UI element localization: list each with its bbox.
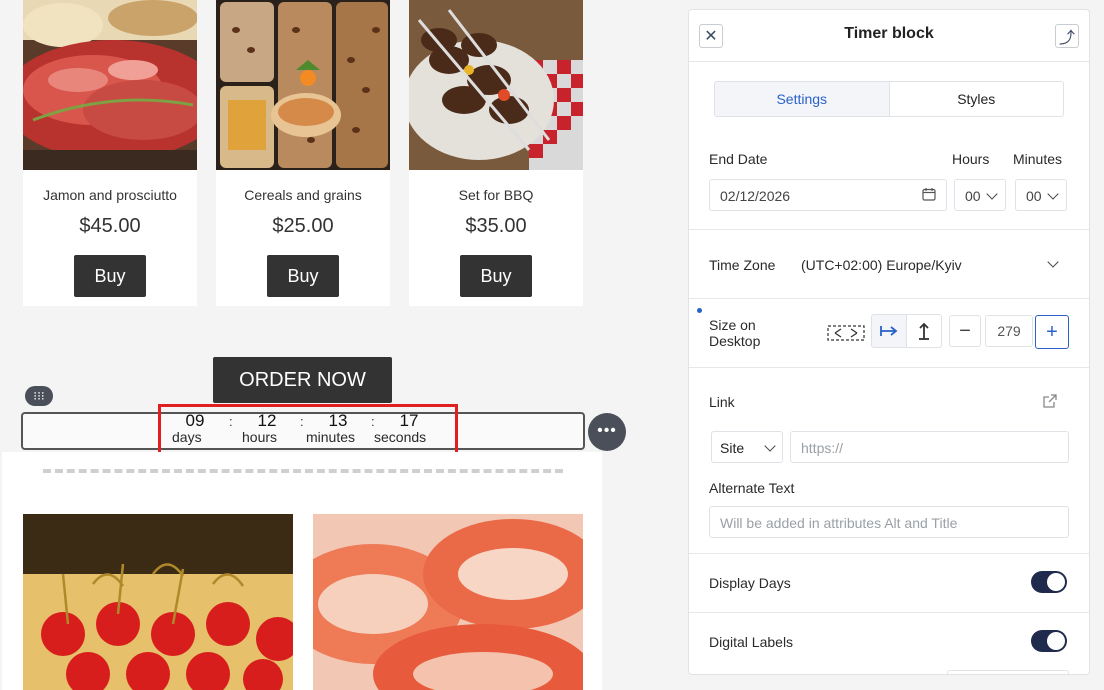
panel-header: ✕ Timer block ⤴	[689, 10, 1089, 62]
product-card: Jamon and prosciutto $45.00 Buy	[23, 0, 197, 306]
link-url-input[interactable]: https://	[790, 431, 1069, 463]
alternate-text-input[interactable]: Will be added in attributes Alt and Titl…	[709, 506, 1069, 538]
image-tomato-skewers[interactable]	[23, 514, 293, 690]
chevron-down-icon	[1047, 188, 1059, 200]
buy-button[interactable]: Buy	[460, 255, 532, 297]
panel-tabs: Settings Styles	[714, 81, 1064, 117]
email-canvas: Jamon and prosciutto $45.00 Buy Cereals …	[0, 0, 688, 690]
timer-minutes-label: minutes	[306, 429, 356, 445]
product-name: Set for BBQ	[458, 187, 534, 203]
product-price: $25.00	[272, 215, 334, 237]
divider	[689, 367, 1089, 368]
digital-labels-toggle[interactable]	[1031, 630, 1067, 652]
link-type-value: Site	[720, 440, 745, 456]
timer-hours-value: 12	[257, 411, 277, 430]
product-photo-jamon[interactable]	[23, 0, 197, 170]
timer-days-label: days	[172, 429, 202, 445]
partial-control-row	[947, 670, 1069, 674]
order-now-button[interactable]: ORDER NOW	[213, 357, 392, 403]
size-on-desktop-label: Size on Desktop	[709, 317, 761, 349]
end-date-input[interactable]: 02/12/2026	[709, 179, 947, 211]
calendar-icon[interactable]	[922, 187, 936, 204]
product-card: Set for BBQ $35.00 Buy	[409, 0, 583, 306]
chevron-down-icon	[764, 440, 776, 452]
dashed-divider	[43, 469, 563, 473]
link-url-placeholder: https://	[801, 440, 844, 456]
end-date-value: 02/12/2026	[720, 188, 791, 204]
alternate-text-placeholder: Will be added in attributes Alt and Titl…	[720, 515, 958, 531]
minutes-select[interactable]: 00	[1015, 179, 1067, 211]
divider	[689, 298, 1089, 299]
buy-button[interactable]: Buy	[74, 255, 146, 297]
chevron-down-icon	[986, 188, 998, 200]
chevron-down-icon[interactable]	[1047, 256, 1059, 268]
modified-dot-icon	[697, 308, 702, 313]
timer-settings-panel: ✕ Timer block ⤴ Settings Styles End Date…	[688, 9, 1090, 675]
drag-handle-icon[interactable]: ⁝⁝⁝	[25, 386, 53, 406]
more-options-icon[interactable]: •••	[588, 413, 626, 451]
tab-settings[interactable]: Settings	[715, 82, 890, 116]
timer-days-value: 09	[185, 411, 205, 430]
divider	[689, 612, 1089, 613]
timer-seconds-label: seconds	[374, 429, 427, 445]
timer-days: 09 days	[172, 411, 218, 445]
timer-separator: :	[300, 414, 304, 429]
decrease-size-button[interactable]: −	[949, 315, 981, 347]
move-up-icon[interactable]: ⤴	[1055, 24, 1079, 48]
external-link-icon[interactable]	[1042, 393, 1058, 414]
display-days-label: Display Days	[709, 575, 791, 591]
divider	[689, 229, 1089, 230]
timer-minutes-value: 13	[328, 411, 348, 430]
tab-styles[interactable]: Styles	[890, 82, 1064, 116]
link-type-select[interactable]: Site	[711, 431, 783, 463]
divider	[689, 553, 1089, 554]
full-width-icon[interactable]	[827, 323, 865, 343]
hours-value: 00	[965, 188, 981, 204]
product-name: Cereals and grains	[244, 187, 362, 203]
buy-button[interactable]: Buy	[267, 255, 339, 297]
panel-title: Timer block	[844, 25, 934, 42]
product-price: $45.00	[79, 215, 141, 237]
fixed-height-icon[interactable]	[906, 314, 942, 348]
digital-labels-label: Digital Labels	[709, 634, 794, 650]
minutes-value: 00	[1026, 188, 1042, 204]
size-value: 279	[997, 323, 1021, 339]
fixed-width-icon[interactable]	[871, 314, 907, 348]
product-photo-bbq[interactable]	[409, 0, 583, 170]
timer-separator: :	[229, 414, 233, 429]
end-date-label: End Date	[709, 151, 768, 167]
size-input[interactable]: 279	[985, 315, 1033, 347]
product-card: Cereals and grains $25.00 Buy	[216, 0, 390, 306]
time-zone-label: Time Zone	[709, 257, 776, 273]
product-price: $35.00	[465, 215, 527, 237]
timer-seconds: 17 seconds	[374, 411, 444, 445]
time-zone-value[interactable]: (UTC+02:00) Europe/Kyiv	[801, 257, 962, 273]
display-days-toggle[interactable]	[1031, 571, 1067, 593]
product-photo-cereals[interactable]	[216, 0, 390, 170]
hours-select[interactable]: 00	[954, 179, 1006, 211]
timer-hours-label: hours	[242, 429, 278, 445]
image-salmon-rolls[interactable]	[313, 514, 583, 690]
timer-seconds-value: 17	[399, 411, 419, 430]
increase-size-button[interactable]: +	[1035, 315, 1069, 349]
product-name: Jamon and prosciutto	[43, 187, 177, 203]
alternate-text-label: Alternate Text	[709, 480, 795, 496]
hours-label: Hours	[952, 151, 990, 167]
minutes-label: Minutes	[1013, 151, 1063, 167]
link-label: Link	[709, 394, 735, 410]
timer-hours: 12 hours	[242, 411, 292, 445]
timer-minutes: 13 minutes	[306, 411, 370, 445]
